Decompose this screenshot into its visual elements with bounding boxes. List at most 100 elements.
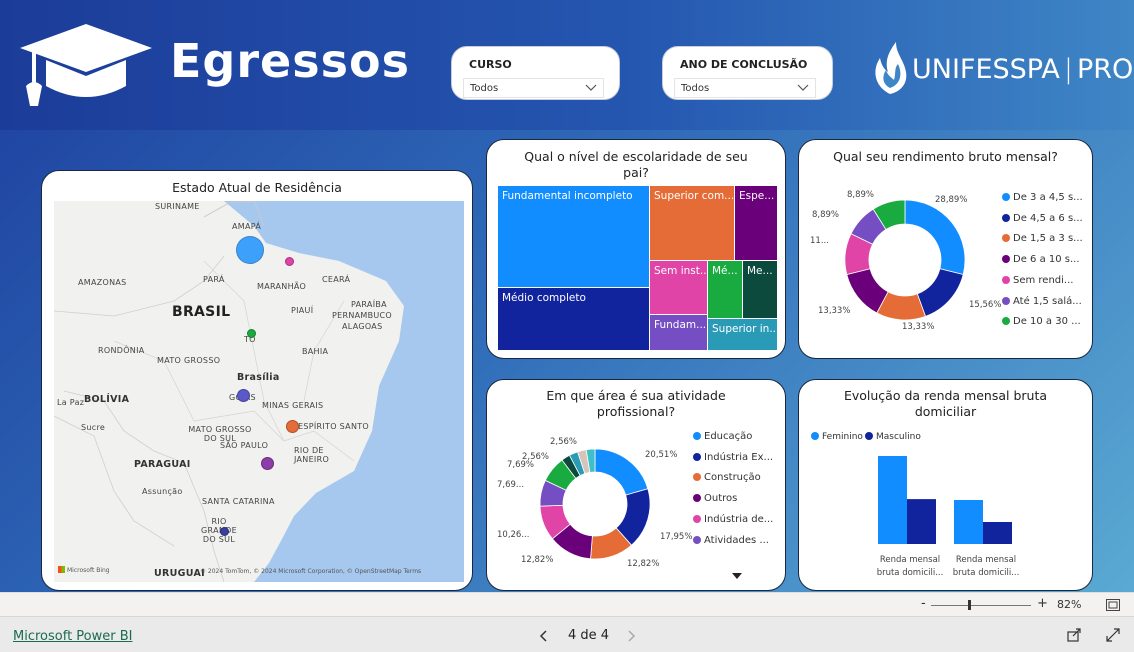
map-bubble[interactable] (285, 257, 294, 266)
area-donut[interactable] (539, 448, 651, 560)
legend-dot (811, 432, 819, 440)
treemap-cell[interactable]: Médio completo (498, 288, 649, 350)
curso-dropdown[interactable]: Todos (463, 78, 604, 98)
bar-feminino[interactable] (954, 500, 983, 544)
legend-item[interactable]: Outros (693, 493, 737, 504)
legend-item[interactable]: Masculino (865, 432, 921, 442)
prev-page-icon[interactable] (539, 630, 547, 642)
legend-item[interactable]: De 6 a 10 s... (1002, 254, 1080, 265)
rendimento-card: Qual seu rendimento bruto mensal? De 3 a… (798, 139, 1093, 359)
data-label: 12,82% (521, 555, 554, 565)
map-bubble[interactable] (261, 457, 274, 470)
report-canvas: Egressos CURSO Todos ANO DE CONCLUSÃO To… (0, 0, 1134, 592)
legend-label: Educação (704, 431, 753, 442)
data-label: 20,51% (645, 450, 678, 460)
map-label: Sucre (81, 423, 106, 432)
bar-masculino[interactable] (907, 499, 936, 544)
treemap-cell[interactable]: Fundamental incompleto (498, 186, 649, 287)
area-slice[interactable] (594, 448, 649, 496)
map-label-country: BOLÍVIA (84, 394, 130, 405)
page-indicator: 4 de 4 (568, 628, 610, 643)
curso-slicer[interactable]: CURSO Todos (451, 46, 620, 100)
treemap-cell[interactable]: Superior com... (650, 186, 734, 260)
escolaridade-treemap[interactable]: Fundamental incompleto Médio completo Su… (498, 186, 777, 350)
chevron-down-icon (585, 84, 597, 91)
legend-item[interactable]: Feminino (811, 432, 863, 442)
ano-slicer[interactable]: ANO DE CONCLUSÃO Todos (662, 46, 833, 100)
legend-label: De 4,5 a 6 s... (1013, 212, 1083, 224)
legend-dot (1002, 213, 1010, 222)
map-label: Assunção (142, 487, 183, 496)
legend-label: Indústria de... (704, 513, 774, 525)
zoom-level: 82% (1057, 598, 1082, 611)
area-title: Em que área é sua atividade profissional… (546, 388, 726, 419)
legend-dot (693, 452, 701, 461)
map-label: RIO DE JANEIRO (294, 446, 330, 464)
zoom-slider[interactable] (931, 605, 1031, 606)
data-label: 2,56% (550, 437, 578, 447)
ano-dropdown-value: Todos (681, 83, 710, 94)
map-label: SURINAME (155, 202, 200, 211)
residence-map[interactable]: SURINAME AMAPÁ AMAZONAS PARÁ MARANHÃO CE… (54, 201, 464, 582)
legend-item[interactable]: Indústria de... (693, 514, 773, 525)
map-label: PARÁ (203, 275, 225, 284)
legend-item[interactable]: Educação (693, 431, 752, 442)
map-title: Estado Atual de Residência (172, 180, 342, 195)
data-label: 8,89% (847, 190, 875, 200)
data-label: 2,56% (522, 452, 550, 462)
brand-title: Egressos (170, 34, 410, 88)
legend-item[interactable]: Sem rendi... (1002, 275, 1073, 286)
data-label: 10,26... (497, 530, 530, 540)
rendimento-title: Qual seu rendimento bruto mensal? (833, 149, 1058, 164)
legend-item[interactable]: Atividades ... (693, 535, 769, 546)
legend-item[interactable]: De 10 a 30 ... (1002, 316, 1081, 327)
data-label: 15,56% (969, 300, 1002, 310)
treemap-cell[interactable]: Espe... (735, 186, 777, 260)
rendimento-donut[interactable] (843, 198, 967, 322)
evolucao-bar-chart[interactable] (799, 440, 1094, 550)
legend-dot (1002, 317, 1010, 326)
zoom-in-button[interactable]: + (1037, 596, 1048, 611)
map-bubble[interactable] (237, 389, 250, 402)
treemap-cell[interactable]: Fundam... (650, 315, 707, 350)
map-bubble[interactable] (286, 420, 299, 433)
map-label: La Paz (57, 398, 85, 407)
legend-label: De 1,5 a 3 s... (1013, 233, 1083, 245)
map-bubble[interactable] (247, 329, 256, 338)
zoom-out-button[interactable]: - (921, 596, 926, 611)
legend-item[interactable]: De 4,5 a 6 s... (1002, 213, 1083, 224)
map-label: SANTA CATARINA (202, 497, 275, 506)
next-page-icon[interactable] (628, 630, 636, 642)
legend-item[interactable]: Até 1,5 salá... (1002, 296, 1082, 307)
legend-label: De 6 a 10 s... (1013, 254, 1080, 266)
category-label: Renda mensal bruta domicili... (876, 555, 944, 578)
map-bubble[interactable] (236, 236, 264, 264)
share-icon[interactable] (1067, 627, 1082, 642)
bar-masculino[interactable] (983, 522, 1012, 544)
treemap-cell[interactable]: Mé... (708, 261, 742, 318)
rendimento-slice[interactable] (916, 268, 964, 317)
powerbi-link[interactable]: Microsoft Power BI (13, 629, 132, 644)
fit-to-page-icon[interactable] (1106, 599, 1120, 611)
curso-dropdown-value: Todos (470, 83, 499, 94)
legend-item[interactable]: De 1,5 a 3 s... (1002, 233, 1083, 244)
legend-item[interactable]: Construção (693, 472, 761, 483)
legend-dot (693, 432, 701, 440)
data-label: 7,69... (497, 480, 525, 490)
legend-item[interactable]: De 3 a 4,5 s... (1002, 192, 1083, 203)
map-attribution[interactable]: © 2024 TomTom, © 2024 Microsoft Corporat… (200, 568, 421, 575)
rendimento-slice[interactable] (904, 199, 966, 276)
legend-scroll-down-icon[interactable] (732, 573, 742, 579)
treemap-cell[interactable]: Me... (743, 261, 777, 318)
treemap-cell[interactable]: Superior in... (708, 319, 777, 350)
map-label-capital: Brasília (237, 372, 280, 383)
legend-dot (693, 514, 701, 523)
zoom-slider-thumb[interactable] (968, 600, 971, 610)
fullscreen-icon[interactable] (1106, 628, 1120, 642)
treemap-cell[interactable]: Sem inst... (650, 261, 707, 314)
legend-item[interactable]: Indústria Ex... (693, 452, 773, 463)
bar-feminino[interactable] (878, 456, 907, 544)
legend-label: Outros (704, 493, 738, 505)
ano-dropdown[interactable]: Todos (674, 78, 816, 98)
map-bubble[interactable] (220, 527, 229, 536)
